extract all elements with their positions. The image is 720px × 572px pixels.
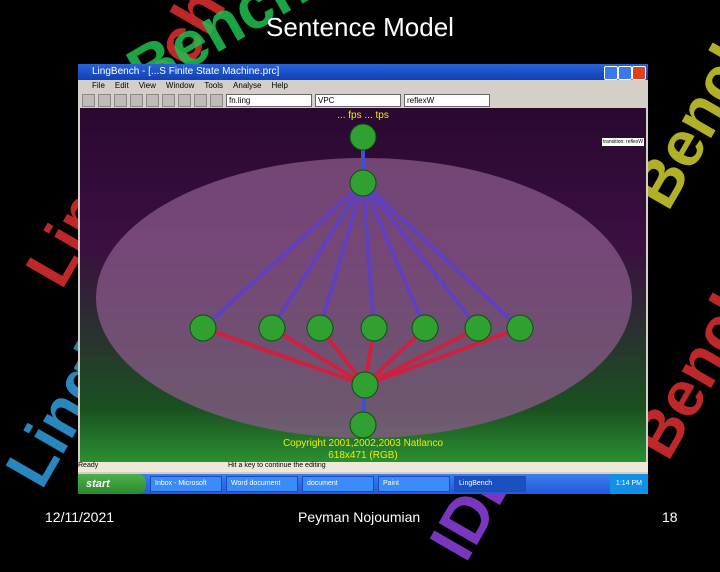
status-right: Hit a key to continue the editing	[228, 462, 326, 469]
title-bar: LingBench - [...S Finite State Machine.p…	[78, 64, 648, 80]
close-button[interactable]	[632, 66, 646, 80]
graph-node	[258, 314, 286, 342]
fsm-graph	[96, 123, 632, 439]
menu-view[interactable]: View	[139, 81, 156, 90]
minimize-button[interactable]	[604, 66, 618, 80]
slide-title: Sentence Model	[266, 12, 454, 42]
combo-vpc[interactable]: VPC	[315, 93, 401, 107]
help-icon[interactable]	[210, 93, 223, 107]
task-item[interactable]: Word document	[226, 476, 298, 492]
graph-node	[349, 169, 377, 197]
copyright: Copyright 2001,2002,2003 Natlanco	[282, 438, 444, 449]
side-label: transition: reflexW	[601, 138, 644, 146]
menu-bar: File Edit View Window Tools Analyse Help	[78, 80, 648, 92]
copy-icon[interactable]	[162, 93, 175, 107]
system-tray-clock: 1:14 PM	[609, 474, 648, 494]
graph-node	[306, 314, 334, 342]
paste-icon[interactable]	[178, 93, 191, 107]
task-item[interactable]: LingBench	[454, 476, 526, 492]
save-icon[interactable]	[114, 93, 127, 107]
graph-node	[189, 314, 217, 342]
app-window: LingBench - [...S Finite State Machine.p…	[78, 64, 648, 494]
resolution: 618x471 (RGB)	[328, 450, 398, 461]
graph-node	[506, 314, 534, 342]
menu-edit[interactable]: Edit	[115, 81, 129, 90]
maximize-button[interactable]	[618, 66, 632, 80]
graph-node	[349, 123, 377, 151]
toolbar: fn.ling VPC reflexW	[78, 92, 648, 108]
print-icon[interactable]	[194, 93, 207, 107]
open-icon[interactable]	[98, 93, 111, 107]
combo-reflex[interactable]: reflexW	[404, 93, 490, 107]
menu-tools[interactable]: Tools	[204, 81, 223, 90]
taskbar: start Inbox - Microsoft Word document do…	[78, 474, 648, 494]
status-bar: Ready Hit a key to continue the editing	[78, 462, 648, 472]
task-item[interactable]: Paint	[378, 476, 450, 492]
slide-number: 18	[662, 509, 678, 525]
graph-node	[349, 411, 377, 439]
graph-node	[411, 314, 439, 342]
menu-help[interactable]: Help	[272, 81, 288, 90]
slide-author: Peyman Nojoumian	[298, 509, 421, 525]
new-icon[interactable]	[82, 93, 95, 107]
graph-view[interactable]: ... fps ... tps transition: reflexW Copy…	[80, 108, 646, 462]
graph-node	[360, 314, 388, 342]
menu-window[interactable]: Window	[166, 81, 194, 90]
menu-analyse[interactable]: Analyse	[233, 81, 261, 90]
slide-date: 12/11/2021	[45, 509, 115, 525]
task-item[interactable]: document	[302, 476, 374, 492]
save-all-icon[interactable]	[130, 93, 143, 107]
task-item[interactable]: Inbox - Microsoft	[150, 476, 222, 492]
fps-label: ... fps ... tps	[337, 110, 389, 121]
graph-node	[351, 371, 379, 399]
window-title: LingBench - [...S Finite State Machine.p…	[92, 66, 280, 77]
cut-icon[interactable]	[146, 93, 159, 107]
graph-node	[464, 314, 492, 342]
start-button[interactable]: start	[78, 474, 146, 494]
file-field[interactable]: fn.ling	[226, 93, 312, 107]
menu-file[interactable]: File	[92, 81, 105, 90]
status-left: Ready	[78, 462, 99, 469]
